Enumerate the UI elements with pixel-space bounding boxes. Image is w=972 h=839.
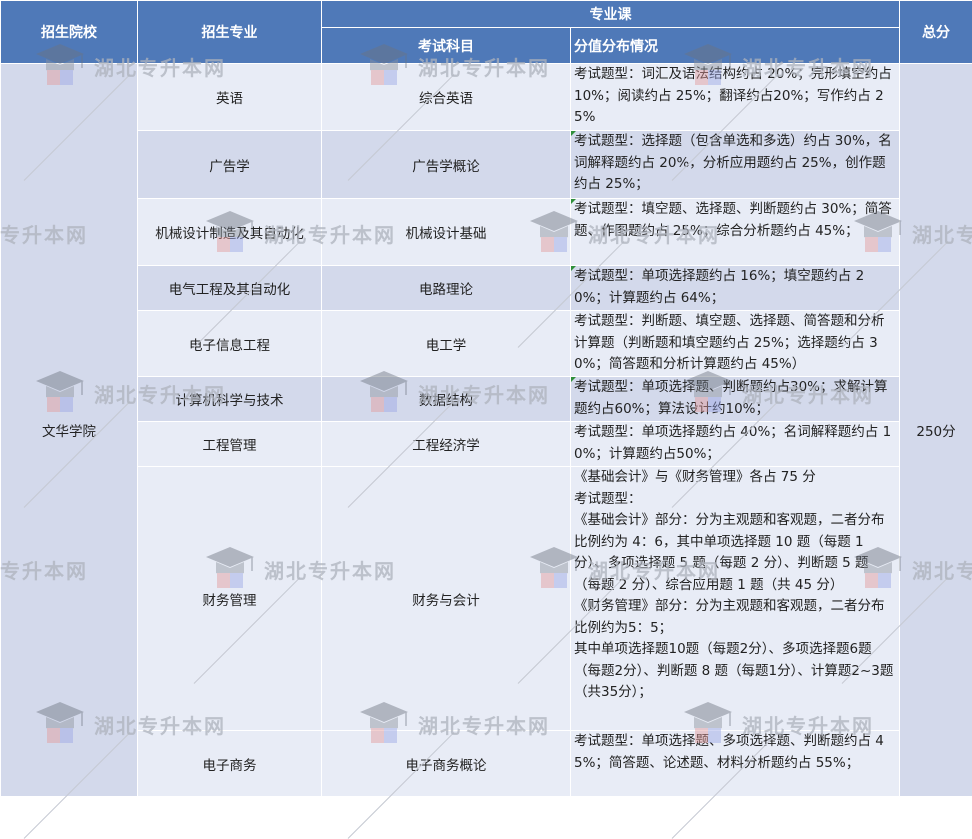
total-cell: 250分 <box>900 64 972 797</box>
major-cell: 工程管理 <box>138 422 322 467</box>
subject-cell: 财务与会计 <box>322 467 571 731</box>
distribution-cell: 考试题型：单项选择题、判断题约占30%；求解计算题约占60%；算法设计约10%； <box>571 377 900 422</box>
distribution-cell: 考试题型：单项选择题、多项选择题、判断题约占 45%；简答题、论述题、材料分析题… <box>571 731 900 797</box>
distribution-cell: 考试题型：单项选择题约占 40%；名词解释题约占 10%；计算题约占50%； <box>571 422 900 467</box>
header-school: 招生院校 <box>1 1 138 64</box>
subject-cell: 工程经济学 <box>322 422 571 467</box>
subject-cell: 电子商务概论 <box>322 731 571 797</box>
major-cell: 英语 <box>138 64 322 131</box>
major-cell: 电气工程及其自动化 <box>138 266 322 311</box>
major-cell: 财务管理 <box>138 467 322 731</box>
subject-cell: 电工学 <box>322 311 571 377</box>
distribution-cell: 考试题型：填空题、选择题、判断题约占 30%；简答题、作图题约占 25%；综合分… <box>571 199 900 266</box>
header-course-group: 专业课 <box>322 1 900 28</box>
major-cell: 电子商务 <box>138 731 322 797</box>
major-cell: 电子信息工程 <box>138 311 322 377</box>
school-cell: 文华学院 <box>1 64 138 797</box>
header-subject: 考试科目 <box>322 28 571 64</box>
subject-cell: 广告学概论 <box>322 131 571 199</box>
subject-cell: 电路理论 <box>322 266 571 311</box>
distribution-cell: 考试题型：词汇及语法结构约占 20%；完形填空约占 10%；阅读约占 25%；翻… <box>571 64 900 131</box>
distribution-cell: 考试题型：判断题、填空题、选择题、简答题和分析计算题（判断题和填空题约占 25%… <box>571 311 900 377</box>
subject-cell: 综合英语 <box>322 64 571 131</box>
distribution-cell: 《基础会计》与《财务管理》各占 75 分 考试题型： 《基础会计》部分：分为主观… <box>571 467 900 731</box>
header-total: 总分 <box>900 1 972 64</box>
major-cell: 机械设计制造及其自动化 <box>138 199 322 266</box>
major-cell: 广告学 <box>138 131 322 199</box>
exam-table: 招生院校 招生专业 专业课 总分 考试科目 分值分布情况 文华学院 英语 综合英… <box>0 0 972 797</box>
distribution-cell: 考试题型：选择题（包含单选和多选）约占 30%，名词解释题约占 20%，分析应用… <box>571 131 900 199</box>
header-major: 招生专业 <box>138 1 322 64</box>
subject-cell: 机械设计基础 <box>322 199 571 266</box>
major-cell: 计算机科学与技术 <box>138 377 322 422</box>
distribution-cell: 考试题型：单项选择题约占 16%；填空题约占 20%；计算题约占 64%； <box>571 266 900 311</box>
subject-cell: 数据结构 <box>322 377 571 422</box>
header-distribution: 分值分布情况 <box>571 28 900 64</box>
